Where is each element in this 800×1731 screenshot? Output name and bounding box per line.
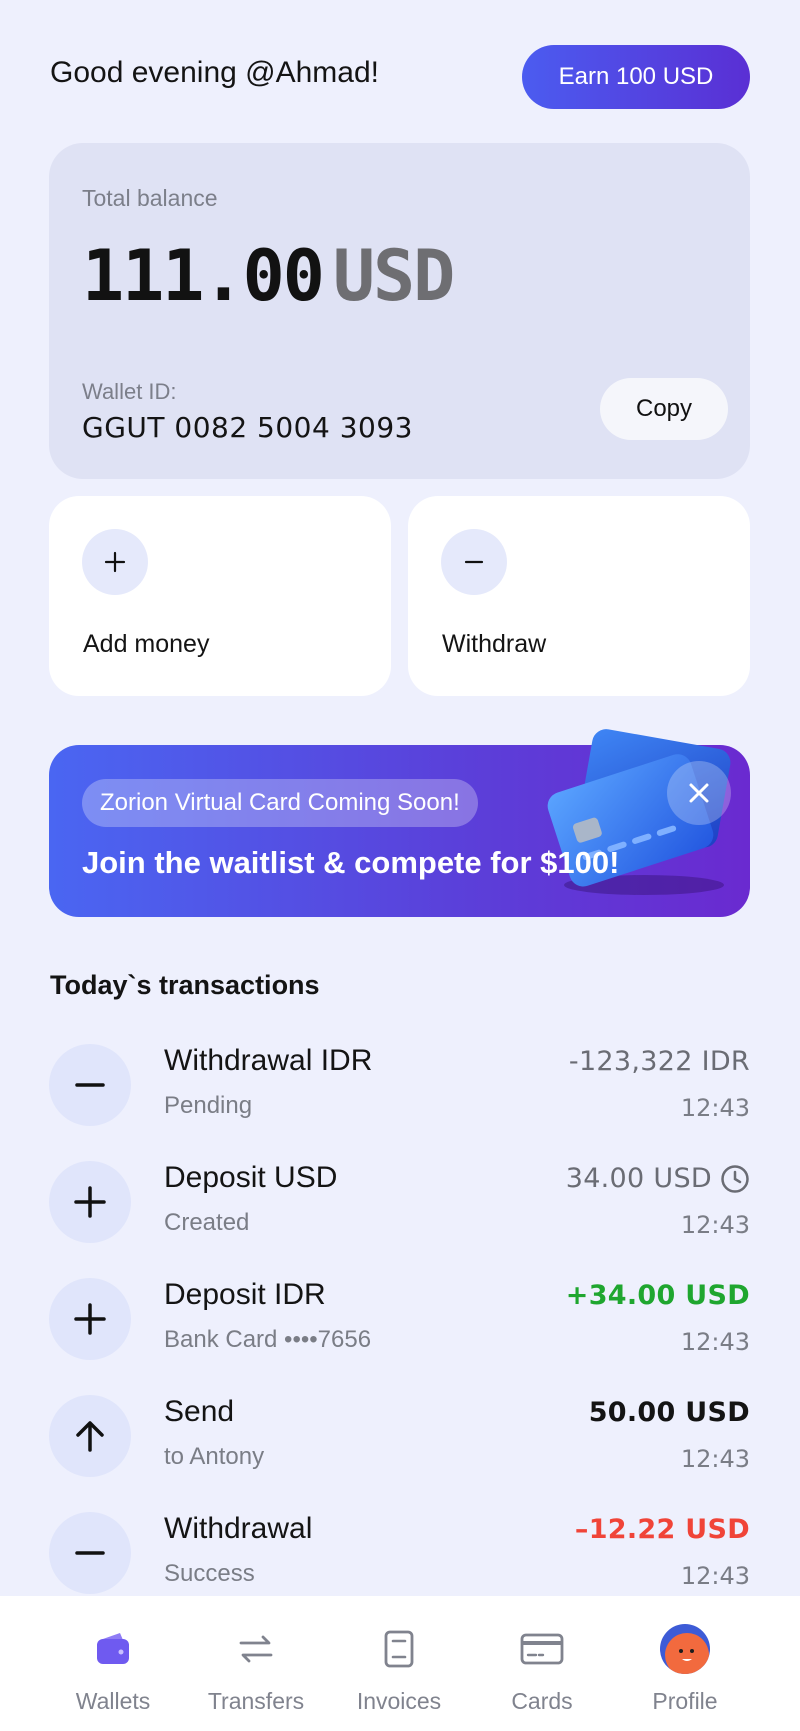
transaction-time: 12:43 [680,1211,750,1239]
avatar [658,1622,712,1676]
nav-label: Invoices [356,1688,442,1714]
nav-wallets[interactable]: Wallets [43,1622,183,1715]
transaction-title: Send [164,1395,235,1428]
transaction-time: 12:43 [680,1445,750,1473]
transaction-status: Bank Card ••••7656 [164,1326,372,1353]
transaction-status: to Antony [164,1443,265,1470]
transaction-amount: +34.00 USD [566,1280,750,1311]
transaction-amount-value: 34.00 USD [565,1163,712,1194]
close-promo-button[interactable] [667,761,731,825]
plus-icon [49,1161,131,1243]
add-money-button[interactable]: Add money [49,496,391,696]
minus-icon [49,1044,131,1126]
transaction-amount: 34.00 USD [566,1163,750,1194]
add-money-label: Add money [83,630,210,658]
bottom-navigation: Wallets Transfers Invoices Cards Profile [0,1596,800,1731]
wallet-icon [86,1622,140,1676]
transaction-title: Withdrawal [164,1512,313,1545]
transaction-row[interactable]: Send to Antony 50.00 USD 12:43 [49,1393,750,1489]
nav-label: Profile [652,1688,718,1714]
transaction-title: Withdrawal IDR [164,1044,373,1077]
withdraw-button[interactable]: Withdraw [408,496,750,696]
promo-banner[interactable]: Zorion Virtual Card Coming Soon! Join th… [49,729,750,917]
transaction-title: Deposit USD [164,1161,338,1194]
transaction-amount: 50.00 USD [589,1397,750,1428]
invoice-icon [372,1622,426,1676]
wallet-screen: Good evening @Ahmad! Earn 100 USD Total … [0,0,800,1731]
wallet-id-label: Wallet ID: [82,379,177,404]
transaction-status: Success [164,1560,255,1587]
transaction-amount: -123,322 IDR [569,1046,750,1077]
balance-amount: 111.00 USD [82,235,455,317]
promo-chip: Zorion Virtual Card Coming Soon! [82,779,478,827]
copy-wallet-id-button[interactable]: Copy [600,378,728,440]
nav-cards[interactable]: Cards [472,1622,612,1715]
transaction-time: 12:43 [680,1562,750,1590]
balance-label: Total balance [82,185,218,211]
nav-label: Cards [511,1688,573,1714]
transaction-row[interactable]: Deposit USD Created 34.00 USD 12:43 [49,1159,750,1255]
transaction-row[interactable]: Withdrawal IDR Pending -123,322 IDR 12:4… [49,1042,750,1138]
arrow-up-icon [49,1395,131,1477]
transaction-status: Created [164,1209,250,1236]
nav-label: Transfers [207,1688,305,1714]
nav-profile[interactable]: Profile [615,1622,755,1715]
balance-value: 111.00 [82,235,325,317]
transaction-title: Deposit IDR [164,1278,326,1311]
earn-reward-button[interactable]: Earn 100 USD [522,45,750,109]
nav-transfers[interactable]: Transfers [186,1622,326,1715]
nav-label: Wallets [75,1688,151,1714]
plus-icon [82,529,148,595]
minus-icon [441,529,507,595]
transaction-amount-value: +34.00 USD [565,1280,750,1311]
transaction-time: 12:43 [680,1094,750,1122]
card-icon [515,1622,569,1676]
plus-icon [49,1278,131,1360]
transaction-amount: –12.22 USD [575,1514,750,1545]
balance-currency: USD [332,235,455,317]
transaction-amount-value: 50.00 USD [588,1397,750,1428]
transaction-row[interactable]: Withdrawal Success –12.22 USD 12:43 [49,1510,750,1606]
transaction-status: Pending [164,1092,253,1119]
transaction-time: 12:43 [680,1328,750,1356]
transactions-heading: Today`s transactions [50,970,320,1000]
close-icon [689,783,709,803]
transaction-amount-value: –12.22 USD [574,1514,750,1545]
wallet-id-value: GGUT 0082 5004 3093 [82,411,413,444]
nav-invoices[interactable]: Invoices [329,1622,469,1715]
withdraw-label: Withdraw [442,630,547,658]
minus-icon [49,1512,131,1594]
clock-icon [721,1164,749,1193]
transfer-arrows-icon [229,1622,283,1676]
promo-title: Join the waitlist & compete for $100! [82,845,620,880]
balance-card: Total balance 111.00 USD Wallet ID: GGUT … [49,143,750,479]
greeting-text: Good evening @Ahmad! [50,56,379,89]
transaction-amount-value: -123,322 IDR [568,1046,750,1077]
transaction-row[interactable]: Deposit IDR Bank Card ••••7656 +34.00 US… [49,1276,750,1372]
